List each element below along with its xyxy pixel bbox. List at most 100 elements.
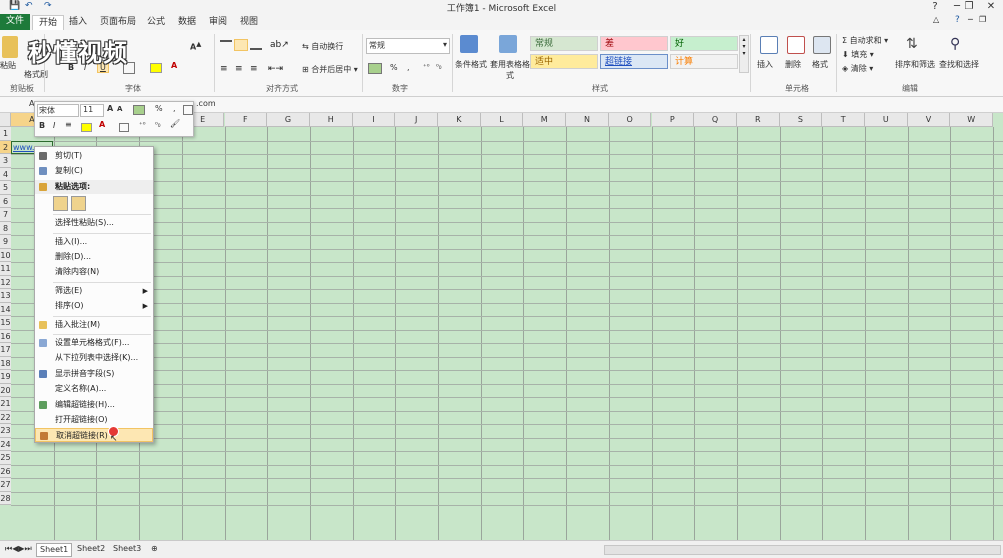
- fill-color-icon[interactable]: [150, 63, 162, 73]
- column-header-v[interactable]: V: [907, 113, 951, 127]
- tab-review[interactable]: 审阅: [203, 15, 233, 30]
- column-header-f[interactable]: F: [224, 113, 268, 127]
- menu-item-16[interactable]: 打开超链接(O): [35, 413, 153, 427]
- mini-font-select[interactable]: 宋体: [37, 104, 79, 117]
- row-header[interactable]: 17: [0, 343, 11, 357]
- menu-item-5[interactable]: 插入(I)...: [35, 235, 153, 249]
- tab-file[interactable]: 文件: [0, 14, 31, 30]
- increase-decimal-icon[interactable]: ⁺⁰: [423, 63, 430, 71]
- mini-shrink-font-icon[interactable]: A: [117, 105, 122, 113]
- align-right-icon[interactable]: ≡: [250, 64, 258, 74]
- align-center-icon[interactable]: ≡: [235, 64, 243, 74]
- row-header[interactable]: 8: [0, 221, 11, 235]
- format-cells-button[interactable]: 格式: [812, 59, 828, 70]
- menu-item-14[interactable]: 定义名称(A)...: [35, 382, 153, 396]
- row-header[interactable]: 12: [0, 275, 11, 289]
- select-all-corner[interactable]: [0, 113, 11, 127]
- mini-comma-icon[interactable]: ,: [173, 104, 176, 113]
- row-header[interactable]: 15: [0, 316, 11, 330]
- row-header[interactable]: 2: [0, 140, 11, 154]
- column-header-g[interactable]: G: [267, 113, 310, 127]
- column-header-q[interactable]: Q: [694, 113, 737, 127]
- comma-button[interactable]: ,: [407, 63, 410, 72]
- orientation-icon[interactable]: ab↗: [270, 40, 289, 50]
- undo-icon[interactable]: ↶: [25, 1, 33, 11]
- column-header-s[interactable]: S: [779, 113, 823, 127]
- clear-button[interactable]: ◈ 清除 ▾: [842, 63, 873, 74]
- mini-bold-button[interactable]: B: [39, 121, 45, 130]
- maximize-button[interactable]: ❐: [958, 0, 980, 14]
- delete-cells-button[interactable]: 删除: [785, 59, 801, 70]
- row-header[interactable]: 21: [0, 397, 11, 411]
- row-header[interactable]: 7: [0, 208, 11, 222]
- decrease-decimal-icon[interactable]: ⁰₀: [436, 63, 442, 71]
- row-header[interactable]: 1: [0, 127, 11, 141]
- find-select-icon[interactable]: ⚲: [950, 36, 966, 52]
- column-header-l[interactable]: L: [480, 113, 524, 127]
- row-header[interactable]: 14: [0, 302, 11, 316]
- redo-icon[interactable]: ↷: [44, 1, 52, 11]
- number-format-select[interactable]: 常规 ▾: [366, 38, 450, 54]
- menu-item-1[interactable]: 复制(C): [35, 164, 153, 178]
- autosum-button[interactable]: Σ 自动求和 ▾: [842, 35, 888, 46]
- menu-item-11[interactable]: 设置单元格格式(F)...: [35, 336, 153, 350]
- column-header-m[interactable]: M: [523, 113, 567, 127]
- tab-view[interactable]: 视图: [234, 15, 264, 30]
- sheet-tab-1[interactable]: Sheet1: [36, 543, 73, 557]
- column-header-h[interactable]: H: [309, 113, 353, 127]
- row-header[interactable]: 11: [0, 262, 11, 276]
- menu-item-8[interactable]: 筛选(E) ▶: [35, 284, 153, 298]
- help-icon[interactable]: ?: [924, 0, 946, 14]
- indent-icons[interactable]: ⇤⇥: [268, 64, 283, 74]
- menu-item-7[interactable]: 清除内容(N): [35, 265, 153, 279]
- style-calculation[interactable]: 计算: [670, 54, 738, 69]
- row-header[interactable]: 27: [0, 478, 11, 492]
- paste-option-keep-icon[interactable]: [53, 196, 68, 212]
- mini-font-color-icon[interactable]: A: [99, 120, 105, 129]
- style-bad[interactable]: 差: [600, 36, 668, 51]
- menu-item-4[interactable]: 选择性粘贴(S)...: [35, 216, 153, 230]
- menu-item-9[interactable]: 排序(O) ▶: [35, 299, 153, 313]
- new-sheet-icon[interactable]: ⊕: [148, 543, 161, 555]
- align-left-icon[interactable]: ≡: [220, 64, 228, 74]
- delete-cells-icon[interactable]: [787, 36, 805, 54]
- align-top-icon[interactable]: [220, 40, 232, 50]
- column-header-i[interactable]: I: [352, 113, 396, 127]
- conditional-format-icon[interactable]: [460, 35, 478, 53]
- table-format-icon[interactable]: [499, 35, 517, 53]
- row-header[interactable]: 22: [0, 410, 11, 424]
- horizontal-scrollbar[interactable]: [604, 545, 1001, 555]
- column-header-o[interactable]: O: [608, 113, 652, 127]
- column-header-u[interactable]: U: [865, 113, 908, 127]
- row-header[interactable]: 3: [0, 154, 11, 168]
- row-header[interactable]: 13: [0, 289, 11, 303]
- merge-center-button[interactable]: ⊞ 合并后居中 ▾: [302, 64, 358, 75]
- row-header[interactable]: 10: [0, 248, 11, 262]
- menu-item-12[interactable]: 从下拉列表中选择(K)...: [35, 351, 153, 365]
- tab-insert[interactable]: 插入: [63, 15, 93, 30]
- mini-currency-icon[interactable]: [133, 105, 145, 115]
- row-header[interactable]: 26: [0, 464, 11, 478]
- row-header[interactable]: 18: [0, 356, 11, 370]
- font-color-icon[interactable]: A: [171, 61, 177, 70]
- row-header[interactable]: 5: [0, 181, 11, 195]
- mini-grow-font-icon[interactable]: A: [107, 104, 113, 113]
- row-header[interactable]: 6: [0, 194, 11, 208]
- menu-item-0[interactable]: 剪切(T): [35, 149, 153, 163]
- ribbon-minimize-icon[interactable]: △: [933, 15, 939, 24]
- row-header[interactable]: 9: [0, 235, 11, 249]
- save-icon[interactable]: 💾: [9, 1, 20, 11]
- menu-item-17[interactable]: 取消超链接(R) ↖: [35, 426, 153, 444]
- paste-button[interactable]: 粘贴: [0, 60, 16, 71]
- fill-button[interactable]: ⬇ 填充 ▾: [842, 49, 874, 60]
- sheet-nav-icons[interactable]: ⏮◀▶⏭: [2, 543, 35, 555]
- ribbon-help-icon[interactable]: ?: [955, 15, 960, 25]
- doc-restore-button[interactable]: ❐: [979, 15, 986, 24]
- tab-page-layout[interactable]: 页面布局: [94, 15, 142, 30]
- paste-option-values-icon[interactable]: [71, 196, 86, 212]
- sheet-tab-2[interactable]: Sheet2: [74, 543, 108, 555]
- row-header[interactable]: 16: [0, 329, 11, 343]
- percent-button[interactable]: %: [390, 63, 398, 72]
- tab-formulas[interactable]: 公式: [141, 15, 171, 30]
- paste-icon[interactable]: [2, 36, 18, 58]
